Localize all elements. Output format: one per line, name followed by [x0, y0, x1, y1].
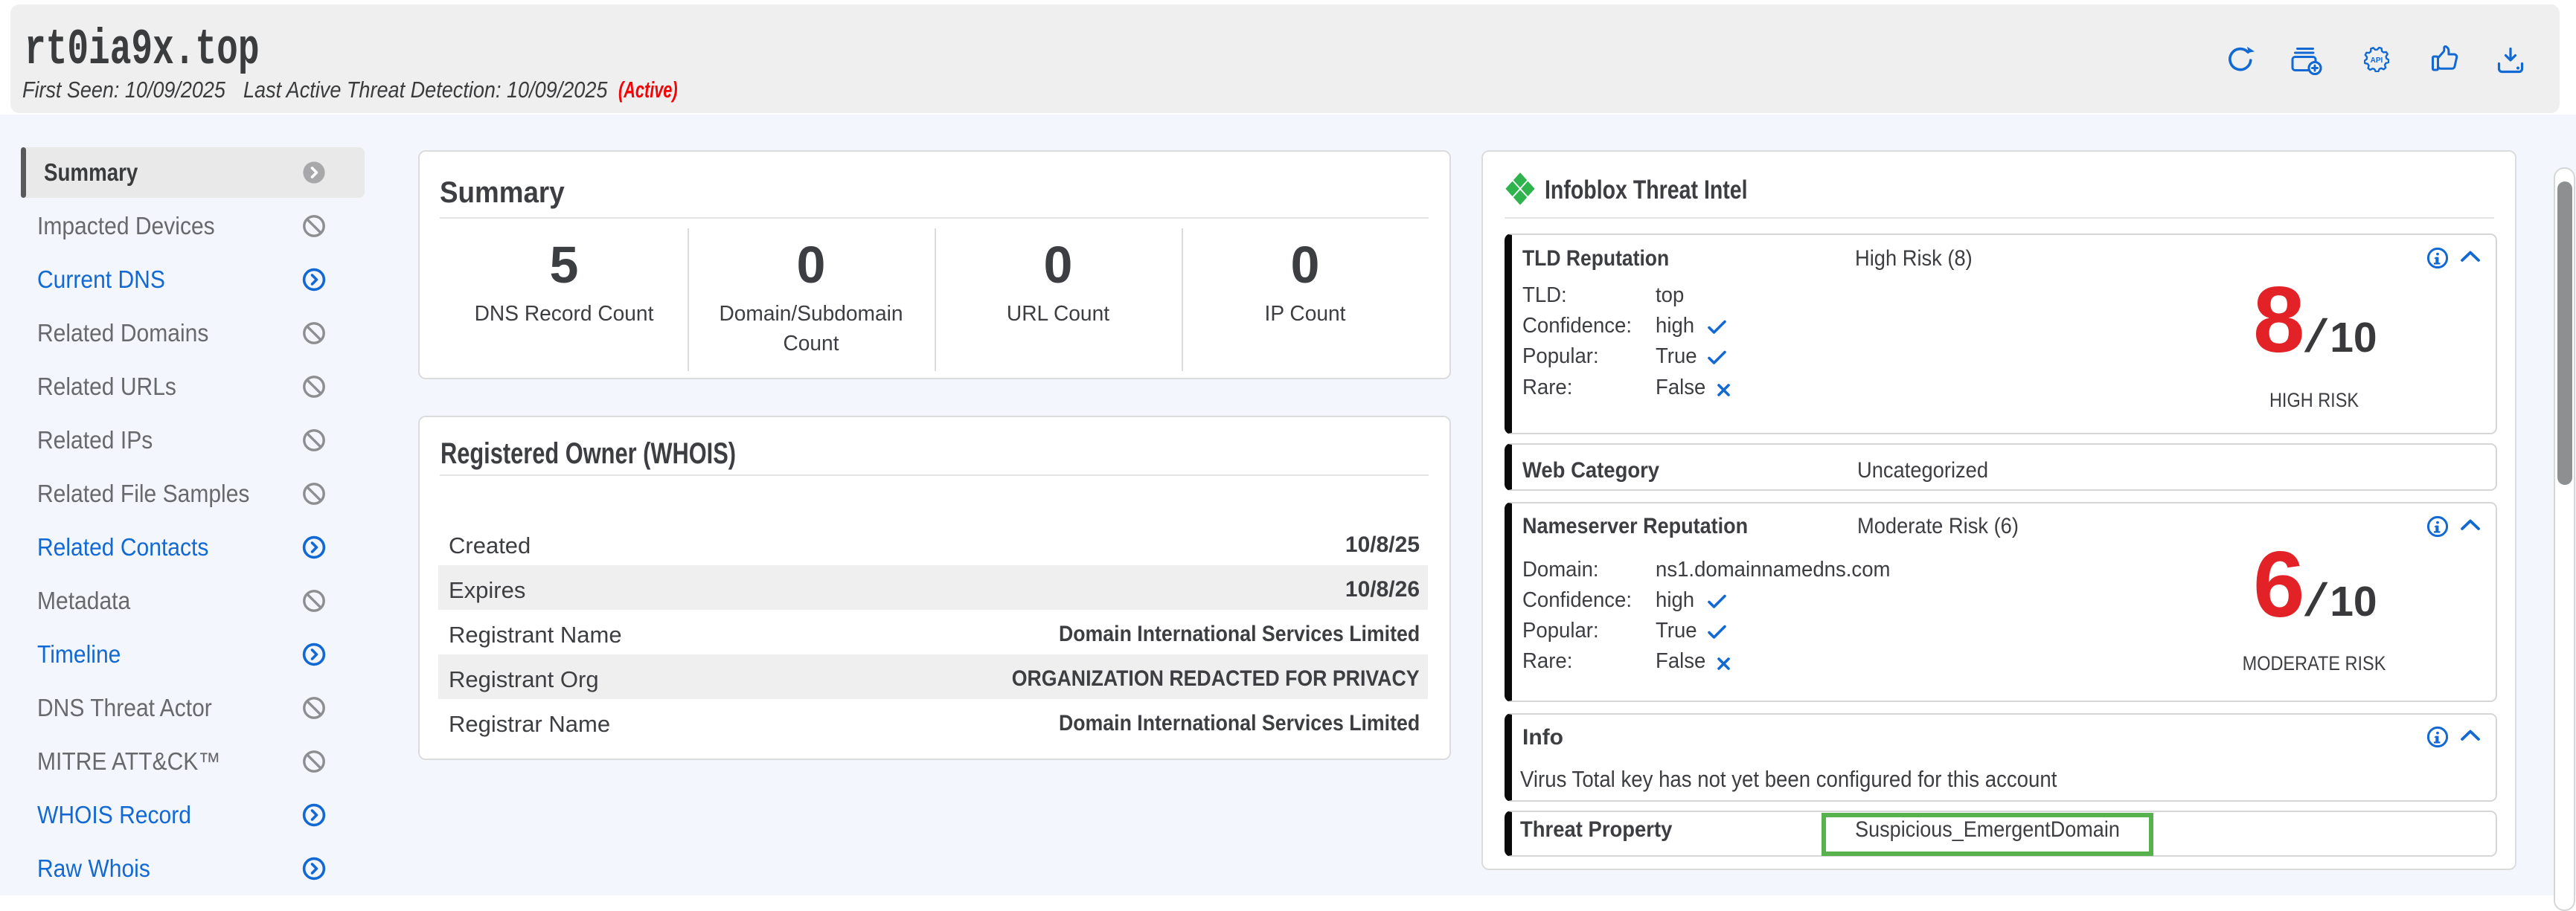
svg-text:API: API	[2371, 57, 2383, 65]
